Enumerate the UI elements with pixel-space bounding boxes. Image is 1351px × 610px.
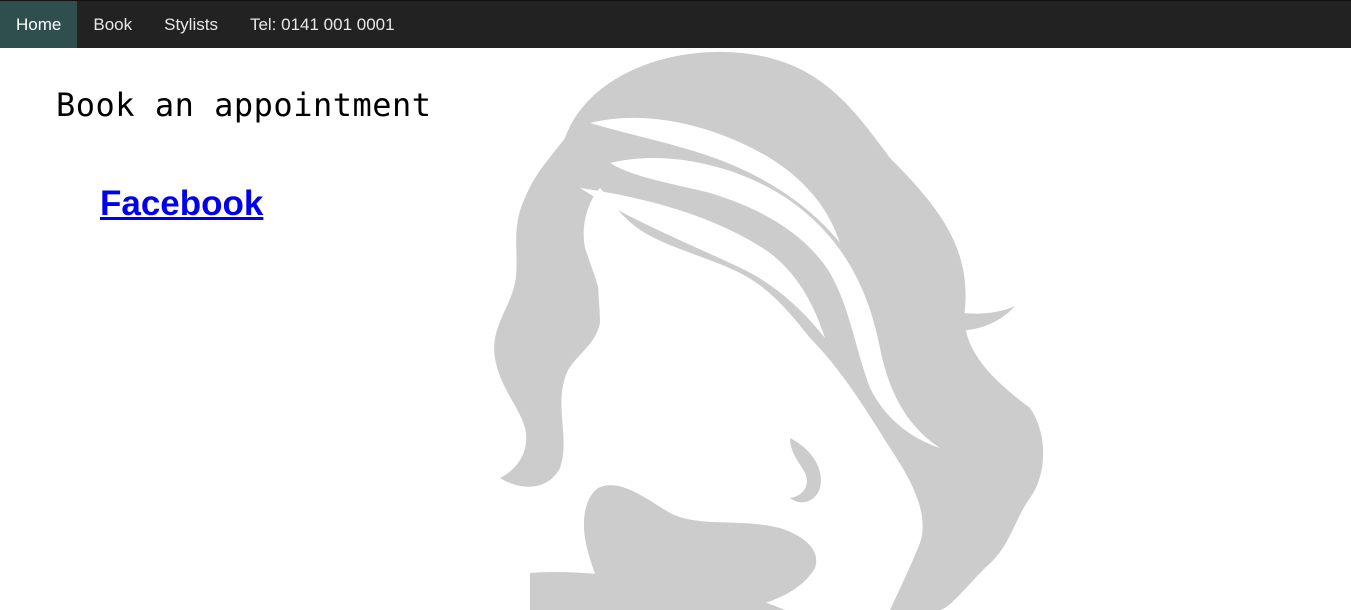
top-navbar: Home Book Stylists Tel: 0141 001 0001 — [0, 0, 1351, 48]
nav-home[interactable]: Home — [0, 1, 78, 48]
woman-silhouette-background — [494, 52, 1044, 610]
nav-book[interactable]: Book — [77, 1, 148, 48]
facebook-link[interactable]: Facebook — [100, 184, 263, 224]
nav-stylists[interactable]: Stylists — [148, 1, 234, 48]
nav-phone: Tel: 0141 001 0001 — [249, 14, 395, 34]
page-title: Book an appointment — [56, 86, 432, 124]
